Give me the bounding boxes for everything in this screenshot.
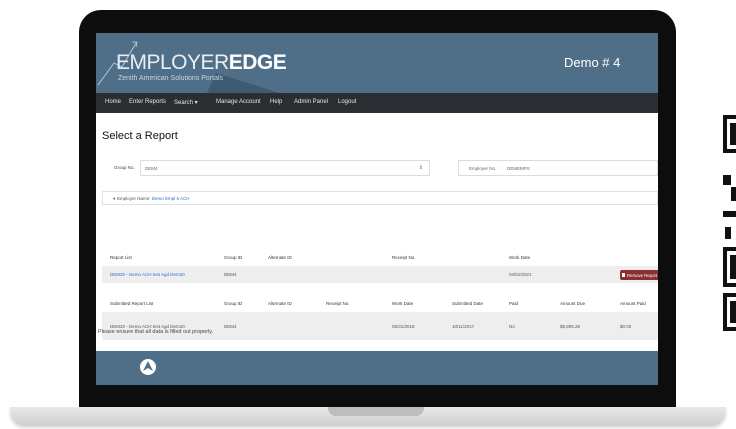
nav-home[interactable]: Home	[105, 99, 121, 105]
col-sub-amount-paid: Amount Paid	[620, 301, 646, 306]
demo-account-label: Demo # 4	[564, 55, 621, 70]
col-submitted-report-list: Submitted Report List	[110, 301, 154, 306]
trash-icon	[622, 272, 625, 277]
col-sub-amount-due: Amount Due	[560, 301, 586, 306]
col-work-date: Work Date	[509, 255, 531, 260]
col-sub-alternate-id: Alternate ID	[268, 301, 292, 306]
nav-manage-account[interactable]: Manage Account	[216, 99, 261, 105]
group-no-label: Group No.	[114, 165, 135, 170]
report-work-date: 04/01/2021	[509, 272, 532, 277]
employer-edge-logo[interactable]: EMPLOYEREDGE Zenith American Solutions P…	[96, 33, 296, 93]
col-alternate-id: Alternate ID	[268, 255, 292, 260]
submitted-paid: No	[509, 324, 515, 329]
remove-report-label: Remove Report	[627, 273, 658, 278]
submitted-amount-due: $8,805.25	[560, 324, 581, 329]
report-group-id: DEM4	[224, 272, 237, 277]
logo-bold-text: EDGE	[228, 51, 287, 74]
col-sub-receipt-no: Receipt No.	[326, 301, 350, 306]
footer-note: Please ensure that all data is filled ou…	[98, 329, 214, 335]
nav-logout[interactable]: Logout	[338, 99, 356, 105]
logo-main-text: EMPLOYER	[116, 51, 229, 74]
col-sub-paid: Paid	[509, 301, 519, 306]
nav-bar: Home Enter Reports Search ▾ Manage Accou…	[96, 93, 658, 113]
nav-help[interactable]: Help	[270, 99, 282, 105]
col-group-id: Group ID	[224, 255, 243, 260]
col-sub-group-id: Group ID	[224, 301, 243, 306]
submitted-amount-paid: $0.00	[620, 324, 632, 329]
page-title: Select a Report	[102, 130, 178, 142]
remove-report-button[interactable]: Remove Report	[620, 270, 658, 280]
filter-row: Group No. DEM4 ⇕ Employer No. DEMEMPS	[102, 157, 658, 181]
col-report-list: Report List	[110, 255, 132, 260]
employer-no-value: DEMEMPS	[507, 166, 530, 171]
nav-enter-reports[interactable]: Enter Reports	[129, 99, 166, 105]
app-header: EMPLOYEREDGE Zenith American Solutions P…	[96, 33, 658, 93]
select-arrows-icon: ⇕	[418, 165, 423, 171]
qr-code-icon	[701, 115, 736, 331]
submitted-group-id: DEM4	[224, 324, 237, 329]
app-footer	[96, 351, 658, 385]
submitted-work-date: 05/31/2018	[392, 324, 415, 329]
nav-search-dropdown[interactable]: Search ▾	[174, 99, 198, 106]
info-circle-icon: ●	[113, 196, 116, 201]
footer-logo-icon	[140, 359, 156, 375]
employer-name-value: Demo Empl 5 ACH	[151, 196, 190, 201]
employer-no-label: Employer No.	[469, 166, 497, 171]
table-row	[102, 266, 658, 283]
group-no-select[interactable]: DEM4 ⇕	[140, 160, 430, 176]
logo-text: EMPLOYEREDGE	[116, 51, 287, 75]
group-no-value: DEM4	[145, 166, 158, 171]
employer-info-bar: ● Employer Name: Demo Empl 5 ACH	[102, 191, 658, 205]
nav-admin-panel[interactable]: Admin Panel	[294, 99, 328, 105]
submitted-date: 10/11/2017	[452, 324, 475, 329]
employer-no-field[interactable]: Employer No. DEMEMPS	[458, 160, 658, 176]
employer-info-text: ● Employer Name: Demo Empl 5 ACH	[113, 196, 190, 201]
report-link[interactable]: DEM20 - Demo ACH test Agd Dem20	[110, 272, 185, 277]
employer-name-label: Employer Name:	[116, 196, 151, 201]
col-sub-work-date: Work Date	[392, 301, 414, 306]
col-receipt-no: Receipt No.	[392, 255, 416, 260]
col-sub-submitted-date: Submitted Date	[452, 301, 484, 306]
laptop-notch	[328, 407, 424, 416]
laptop-screen: EMPLOYEREDGE Zenith American Solutions P…	[96, 33, 658, 385]
logo-subtitle: Zenith American Solutions Portals	[118, 75, 224, 82]
